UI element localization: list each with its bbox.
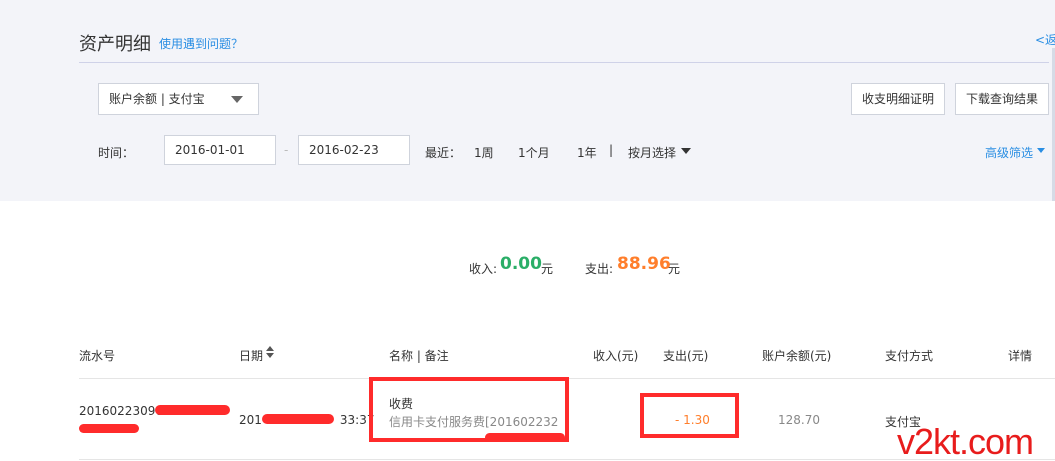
time-label: 时间：	[98, 146, 135, 160]
column-header-detail: 详情	[1008, 349, 1033, 363]
expense-summary-unit: 元	[668, 262, 681, 276]
account-select[interactable]: 账户余额 | 支付宝	[98, 83, 259, 115]
quick-range-1-week[interactable]: 1周	[474, 144, 494, 161]
quick-range-separator: |	[609, 143, 614, 157]
end-date-input[interactable]	[298, 135, 410, 165]
caret-down-icon[interactable]	[1037, 148, 1045, 153]
start-date-input[interactable]	[164, 135, 276, 165]
income-summary-label: 收入:	[469, 262, 498, 276]
transaction-date-prefix: 201	[239, 413, 262, 427]
date-separator: -	[284, 143, 289, 157]
column-header-name: 名称 | 备注	[389, 349, 449, 363]
highlight-box-expense	[640, 393, 739, 438]
column-header-date[interactable]: 日期	[239, 347, 263, 364]
quick-range-1-year[interactable]: 1年	[577, 144, 597, 161]
column-header-serial: 流水号	[79, 349, 116, 363]
page-title: 资产明细	[79, 34, 151, 55]
caret-down-icon[interactable]	[681, 148, 691, 154]
download-results-button[interactable]: 下载查询结果	[955, 83, 1049, 115]
back-link[interactable]: <返	[1035, 31, 1055, 48]
income-summary-value: 0.00	[500, 254, 542, 274]
advanced-filter-link[interactable]: 高级筛选	[985, 144, 1033, 161]
income-summary-unit: 元	[541, 262, 554, 276]
account-select-label: 账户余额 | 支付宝	[109, 92, 205, 106]
recent-label: 最近：	[425, 146, 462, 160]
by-month-select[interactable]: 按月选择	[628, 144, 676, 161]
column-header-method: 支付方式	[885, 349, 934, 363]
statement-proof-button[interactable]: 收支明细证明	[851, 83, 945, 115]
redaction-mark	[79, 424, 139, 433]
column-header-balance: 账户余额(元)	[762, 349, 832, 363]
redaction-mark	[262, 414, 334, 424]
highlight-box-name	[369, 377, 569, 442]
sort-icon[interactable]	[266, 346, 274, 358]
redaction-mark	[155, 405, 230, 415]
title-divider	[79, 62, 1049, 63]
quick-range-1-month[interactable]: 1个月	[518, 144, 550, 161]
transaction-balance: 128.70	[778, 413, 820, 427]
column-header-expense: 支出(元)	[663, 349, 709, 363]
expense-summary-label: 支出:	[585, 262, 614, 276]
watermark: v2kt.com	[897, 421, 1034, 461]
expense-summary-value: 88.96	[617, 254, 671, 274]
chevron-down-icon	[231, 96, 243, 103]
column-header-income: 收入(元)	[593, 349, 639, 363]
help-link[interactable]: 使用遇到问题？	[159, 35, 243, 52]
